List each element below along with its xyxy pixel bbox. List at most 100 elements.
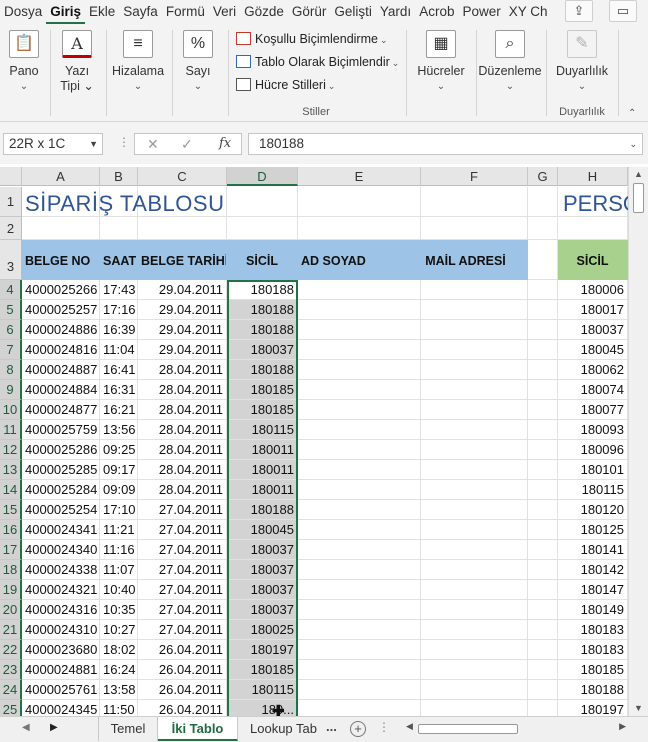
grid-cell[interactable]: 17:10 [100,500,138,520]
row-header-8[interactable]: 8 [0,360,22,380]
row-header-16[interactable]: 16 [0,520,22,540]
ribbon-tab-1[interactable]: Giriş [46,0,86,24]
grid-cell[interactable] [298,700,421,716]
grid-cell[interactable]: 17:43 [100,280,138,300]
grid-cell[interactable] [558,217,628,240]
grid-cell[interactable] [298,380,421,400]
grid-cell[interactable]: 4000024340 [22,540,100,560]
row-header-11[interactable]: 11 [0,420,22,440]
grid-cell[interactable]: 27.04.2011 [138,620,227,640]
grid-cell[interactable] [528,500,558,520]
grid-cell[interactable] [421,460,528,480]
grid-cell[interactable] [421,640,528,660]
sicil-cell[interactable]: 180011 [227,460,298,480]
grid-cell[interactable]: 28.04.2011 [138,460,227,480]
sicil-cell[interactable]: 180011 [227,440,298,460]
grid-cell[interactable] [298,360,421,380]
sicil-cell[interactable]: 180185 [227,660,298,680]
grid-cell[interactable]: 16:41 [100,360,138,380]
grid-cell[interactable]: 180125 [558,520,628,540]
ribbon-tab-4[interactable]: Formü [162,0,209,24]
grid-cell[interactable] [298,440,421,460]
scroll-left-icon[interactable]: ◀ [406,721,413,732]
sicil-cell[interactable]: 180185 [227,380,298,400]
grid-cell[interactable]: 180037 [558,320,628,340]
grid-cell[interactable]: 13:58 [100,680,138,700]
header-sicil-2[interactable]: SİCİL [558,240,628,280]
grid-cell[interactable]: 11:04 [100,340,138,360]
grid-cell[interactable]: 180077 [558,400,628,420]
grid-cell[interactable]: 13:56 [100,420,138,440]
grid-cell[interactable]: 4000025285 [22,460,100,480]
row-header-9[interactable]: 9 [0,380,22,400]
grid-cell[interactable] [298,460,421,480]
column-header-h[interactable]: H [558,167,628,186]
grid-cell[interactable]: 28.04.2011 [138,420,227,440]
grid-cell[interactable]: 09:17 [100,460,138,480]
grid-cell[interactable] [528,340,558,360]
grid-cell[interactable] [421,420,528,440]
row-header-3[interactable]: 3 [0,240,22,280]
sicil-cell[interactable]: 180045 [227,520,298,540]
grid-cell[interactable]: 4000024345 [22,700,100,716]
grid-cell[interactable]: 27.04.2011 [138,540,227,560]
grid-cell[interactable]: 16:39 [100,320,138,340]
grid-cell[interactable]: 27.04.2011 [138,500,227,520]
row-header-25[interactable]: 25 [0,700,22,716]
row-header-15[interactable]: 15 [0,500,22,520]
grid-cell[interactable] [298,620,421,640]
ribbon-tab-2[interactable]: Ekle [85,0,119,24]
sicil-cell[interactable]: 180188 [227,500,298,520]
grid-cell[interactable] [528,680,558,700]
sheet-tab-iki-tablo[interactable]: İki Tablo [158,717,238,741]
share-icon[interactable]: ⇪ [565,0,593,22]
grid-cell[interactable]: 4000023680 [22,640,100,660]
grid-cell[interactable] [421,300,528,320]
grid-cell[interactable] [528,700,558,716]
grid-cell[interactable]: 180147 [558,580,628,600]
grid-cell[interactable] [421,560,528,580]
column-header-a[interactable]: A [22,167,100,186]
grid-cell[interactable]: 26.04.2011 [138,660,227,680]
grid-cell[interactable]: 09:09 [100,480,138,500]
cancel-icon[interactable]: ✕ [147,134,159,154]
grid-cell[interactable]: 4000024886 [22,320,100,340]
ribbon-tab-11[interactable]: Power [458,0,504,24]
conditional-formatting-button[interactable]: Koşullu Biçimlendirme ⌄ [236,29,388,49]
grid-cell[interactable] [298,187,421,217]
grid-cell[interactable]: 4000025284 [22,480,100,500]
formula-bar-grip-icon[interactable]: ⋮ [118,135,130,149]
grid-cell[interactable] [528,217,558,240]
grid-cell[interactable]: 09:25 [100,440,138,460]
row-header-13[interactable]: 13 [0,460,22,480]
sicil-cell[interactable]: 180188 [227,300,298,320]
grid-cell[interactable]: 180062 [558,360,628,380]
grid-cell[interactable]: 4000024884 [22,380,100,400]
row-header-17[interactable]: 17 [0,540,22,560]
grid-cell[interactable] [421,620,528,640]
grid-cell[interactable] [528,600,558,620]
grid-cell[interactable] [421,187,528,217]
grid-cell[interactable] [528,660,558,680]
grid-cell[interactable]: 4000024310 [22,620,100,640]
header-sicil[interactable]: SİCİL [227,240,298,280]
grid-cell[interactable]: 26.04.2011 [138,640,227,660]
grid-cell[interactable]: 4000025257 [22,300,100,320]
grid-cell[interactable] [421,580,528,600]
grid-cell[interactable] [421,400,528,420]
scroll-up-icon[interactable]: ▲ [629,169,648,179]
row-header-19[interactable]: 19 [0,580,22,600]
formula-input[interactable]: 180188 ⌄ [248,133,643,155]
grid-cell[interactable]: 180096 [558,440,628,460]
grid-cell[interactable] [528,380,558,400]
tab-split-handle-icon[interactable]: ⋮ [378,720,390,734]
grid-cell[interactable]: 180183 [558,620,628,640]
grid-cell[interactable]: 10:35 [100,600,138,620]
row-header-18[interactable]: 18 [0,560,22,580]
insert-function-icon[interactable]: fx [219,134,231,154]
select-all-corner[interactable] [0,167,22,186]
grid-cell[interactable] [528,240,558,280]
worksheet-grid[interactable]: A B C D E F G H 1 2 3 4 5 6 7 8 9 10 11 12 13 14 15 16 17 18 19 20 2… [0,167,628,716]
sicil-cell[interactable]: 180011 [227,480,298,500]
sicil-cell[interactable]: 180188 [227,280,298,300]
